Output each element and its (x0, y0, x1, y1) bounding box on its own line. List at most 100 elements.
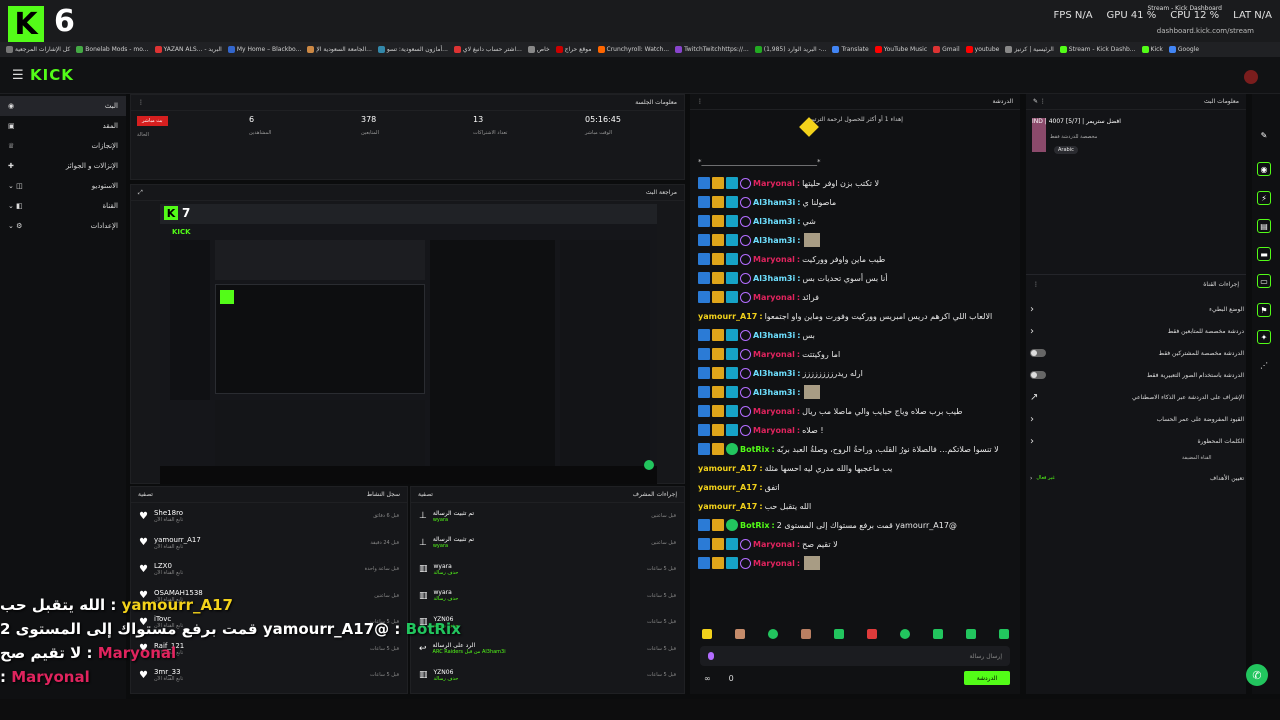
chat-username[interactable]: yamourr_A17 (698, 464, 757, 473)
chat-username[interactable]: Maryonal (753, 293, 795, 302)
emote-picker-icon[interactable] (708, 652, 714, 660)
camera-icon[interactable]: ◉ (1257, 162, 1271, 176)
chat-message[interactable]: Maryonal: لا تقيم صح (698, 535, 838, 553)
mod-action-by[interactable]: حذف رسالة (434, 596, 459, 602)
chat-username[interactable]: Maryonal (753, 350, 795, 359)
chat-username[interactable]: Maryonal (753, 255, 795, 264)
sidebar-item[interactable]: ⌄ ◫ الاستوديو (0, 176, 126, 196)
chat-message[interactable]: Al3ham3i: أنا بس أسوي تحديات بس (698, 269, 887, 287)
chat-message[interactable]: Maryonal: لا تكتب بزن اوفر حليتها (698, 174, 879, 192)
activity-username[interactable]: yamourr_A17 (154, 536, 201, 544)
sidebar-item[interactable]: ⌄ ⚙ الإعدادات (0, 216, 126, 236)
flag-icon[interactable]: ⚑ (1257, 303, 1271, 317)
lightning-icon[interactable]: ⚡ (1257, 191, 1271, 205)
bookmark-item[interactable]: YAZAN ALS... - البريد (154, 46, 222, 53)
mod-action-by[interactable]: wyara (433, 543, 474, 549)
mod-action-by[interactable]: ARC Raiders من قبل Al3ham3i (433, 649, 506, 655)
chat-message[interactable]: Al3ham3i: ارله ريدرزززززززز (698, 364, 863, 382)
sidebar-item[interactable]: ▣ المقد (0, 116, 126, 136)
chat-message[interactable]: Maryonal: اما روكيتتت (698, 345, 840, 363)
bookmark-item[interactable]: كل الإشارات المرجعية (6, 46, 70, 53)
bookmark-item[interactable]: Crunchyroll: Watch... (597, 46, 669, 53)
sidebar-item[interactable]: ✚ الإنزالات و الجوائز (0, 156, 126, 176)
chat-bubble-icon[interactable]: ▬ (1257, 247, 1271, 261)
bookmark-item[interactable]: Stream - Kick Dashb... (1059, 46, 1136, 53)
chat-message[interactable]: yamourr_A17: الله يتقبل حب (698, 497, 811, 515)
bookmark-item[interactable]: My Home – Blackbo... (227, 46, 301, 53)
channel-action-row[interactable]: › القيود المفروضة على عمر الحساب (1030, 409, 1244, 429)
bookmark-item[interactable]: خاص (527, 46, 550, 53)
bookmark-item[interactable]: اشتر حساب دانبغ لاي... (453, 46, 522, 53)
bookmark-item[interactable]: موقع حراج (555, 46, 592, 53)
chat-username[interactable]: yamourr_A17 (698, 502, 757, 511)
bookmark-item[interactable]: Kick (1141, 46, 1163, 53)
chat-username[interactable]: Maryonal (753, 407, 795, 416)
bookmark-item[interactable]: (1,985) البريد الوارد -... (754, 46, 826, 53)
channel-action-row[interactable]: › الكلمات المحظورة (1030, 431, 1244, 451)
chat-username[interactable]: Maryonal (753, 426, 795, 435)
toggle-switch[interactable] (1030, 349, 1046, 357)
bookmark-item[interactable]: TwitchTwitchhttps://... (675, 46, 749, 53)
chat-message[interactable]: Maryonal: (698, 554, 821, 572)
chat-message[interactable]: Maryonal: فرائد (698, 288, 819, 306)
chat-username[interactable]: Al3ham3i (753, 198, 795, 207)
send-button[interactable]: الدردشة (964, 671, 1010, 685)
chat-username[interactable]: Al3ham3i (753, 331, 795, 340)
kick-logo[interactable]: KICK (30, 66, 74, 84)
menu-icon[interactable]: ☰ (12, 68, 24, 83)
channel-action-row[interactable]: الدردشة مخصصة للمشتركين فقط (1030, 343, 1244, 363)
filter-button[interactable]: تصفية (418, 491, 433, 498)
channel-action-row[interactable]: › الوضع البطيء (1030, 299, 1244, 319)
chat-username[interactable]: Maryonal (753, 559, 795, 568)
bookmark-item[interactable]: الرئيسية | كرنيز (1005, 46, 1054, 53)
chat-username[interactable]: BotRix (740, 521, 769, 530)
share-icon[interactable]: ⋰ (1257, 358, 1271, 372)
chat-message[interactable]: BotRix: قمت برفع مستواك إلى المستوى 2 yam… (698, 516, 957, 534)
chat-username[interactable]: Maryonal (753, 540, 795, 549)
bookmark-item[interactable]: youtube (965, 46, 999, 53)
panel-menu-icon[interactable]: ⋮ (138, 99, 144, 106)
chat-username[interactable]: Al3ham3i (753, 388, 795, 397)
panel-menu-icon[interactable]: ⋮ (1033, 281, 1039, 288)
chat-users-icon[interactable]: ∞ (704, 674, 711, 683)
chat-input[interactable]: إرسال رسالة (700, 646, 1010, 666)
edit-icon[interactable]: ✎ ⋮ (1033, 98, 1046, 105)
clipboard-icon[interactable]: ▤ (1257, 219, 1271, 233)
chat-message[interactable]: Al3ham3i: بس (698, 326, 815, 344)
chat-username[interactable]: Al3ham3i (753, 217, 795, 226)
bookmark-item[interactable]: الجامعة السعودية الإ... (307, 46, 372, 53)
expand-icon[interactable]: ⤢ (138, 189, 143, 197)
sidebar-item[interactable]: ◉ البث (0, 96, 126, 116)
chat-message[interactable]: Maryonal: طيب برب صلاه وياج حبايب والي ما… (698, 402, 963, 420)
stream-preview-video[interactable]: K 7 KICK (160, 204, 657, 484)
mod-action-by[interactable]: حذف رسالة (434, 676, 459, 682)
chat-message[interactable]: yamourr_A17: الالعاب اللي اكرهم دريس امبر… (698, 307, 992, 325)
chat-message[interactable]: yamourr_A17: اتفق (698, 478, 780, 496)
chat-message[interactable]: Al3ham3i: (698, 383, 821, 401)
wrench-icon[interactable]: ✦ (1257, 330, 1271, 344)
chat-username[interactable]: yamourr_A17 (698, 312, 757, 321)
bookmark-item[interactable]: أمازون السعودية: تسو... (377, 46, 448, 53)
chat-username[interactable]: BotRix (740, 445, 769, 454)
chat-message[interactable]: BotRix: لا تنسوا صلاتكم… فالصلاة نورُ الق… (698, 440, 999, 458)
mod-action-by[interactable]: حذف رسالة (434, 570, 459, 576)
chat-username[interactable]: Al3ham3i (753, 274, 795, 283)
monitor-icon[interactable]: ▭ (1257, 274, 1271, 288)
chat-username[interactable]: yamourr_A17 (698, 483, 757, 492)
bookmark-item[interactable]: Gmail (933, 46, 960, 53)
chat-message[interactable]: Al3ham3i: (698, 231, 821, 249)
address-bar[interactable]: dashboard.kick.com/stream (1157, 27, 1254, 35)
goals-row[interactable]: › غير فعال تعيين الأهداف (1030, 468, 1244, 488)
pen-icon[interactable]: ✎ (1257, 128, 1271, 142)
bookmark-item[interactable]: Translate (832, 46, 869, 53)
pinned-message[interactable]: إهداء 1 أو أكثر للحصول لرحمة الترتيب (690, 116, 1020, 123)
activity-username[interactable]: She18ro (154, 509, 183, 517)
avatar[interactable] (1244, 70, 1258, 84)
chat-username[interactable]: Maryonal (753, 179, 795, 188)
chat-username[interactable]: Al3ham3i (753, 236, 795, 245)
support-chat-icon[interactable]: ✆ (1246, 664, 1268, 686)
activity-username[interactable]: 3mr_33 (154, 668, 183, 676)
toggle-switch[interactable] (1030, 371, 1046, 379)
activity-username[interactable]: LZX0 (154, 562, 183, 570)
chat-message[interactable]: Maryonal: طيب ماين واوفر ووركيت (698, 250, 885, 268)
